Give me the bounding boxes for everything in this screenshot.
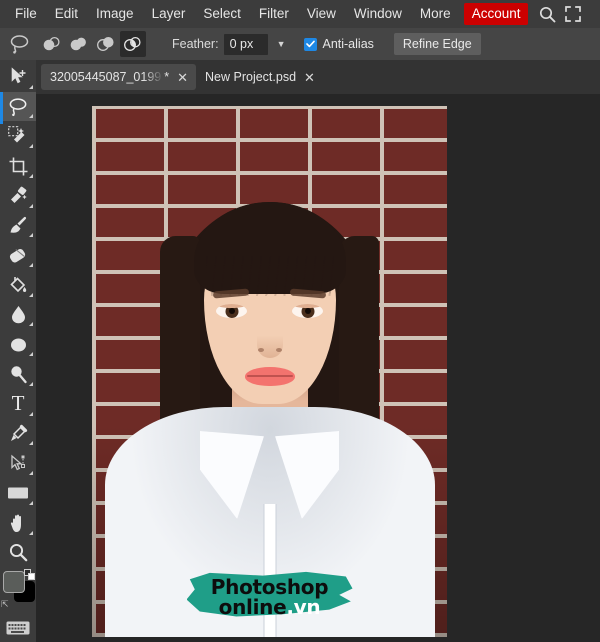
feather-input[interactable] xyxy=(223,33,268,55)
tool-corner-marker xyxy=(29,322,33,327)
refine-edge-button[interactable]: Refine Edge xyxy=(393,33,481,55)
selection-mode-group xyxy=(39,31,146,57)
pen-tool[interactable] xyxy=(0,419,36,449)
portrait-subject xyxy=(92,106,447,637)
lasso-tool[interactable] xyxy=(0,91,36,124)
crop-tool[interactable] xyxy=(0,151,36,181)
tool-options-bar: Feather: ▼ Anti-alias Refine Edge xyxy=(0,28,600,60)
healing-brush-tool[interactable] xyxy=(0,181,36,211)
tool-corner-marker xyxy=(29,352,33,357)
menu-item-image[interactable]: Image xyxy=(87,0,143,28)
move-tool[interactable] xyxy=(0,62,36,92)
type-tool-glyph: T xyxy=(11,391,25,416)
tool-corner-marker xyxy=(29,411,33,416)
selection-mode-intersect[interactable] xyxy=(120,31,146,57)
selection-mode-add[interactable] xyxy=(66,31,92,57)
document-tab-bar: 32005445087_0199 * ✕ New Project.psd ✕ xyxy=(36,60,600,94)
menu-item-edit[interactable]: Edit xyxy=(46,0,87,28)
magic-wand-tool[interactable] xyxy=(0,121,36,151)
menu-item-select[interactable]: Select xyxy=(194,0,250,28)
watermark-tld: .vn xyxy=(286,595,321,619)
keyboard-icon[interactable] xyxy=(0,614,36,642)
tool-corner-marker xyxy=(29,233,33,238)
tool-corner-marker xyxy=(29,144,33,149)
tool-corner-marker xyxy=(29,500,33,505)
tools-panel: T ⇱ xyxy=(0,60,36,642)
selection-mode-new[interactable] xyxy=(39,31,65,57)
search-icon[interactable] xyxy=(534,0,560,28)
eraser-tool[interactable] xyxy=(0,240,36,270)
color-swatches[interactable]: ⇱ xyxy=(0,569,36,610)
watermark: Photoshop online.vn xyxy=(181,561,359,623)
watermark-site-name: online xyxy=(218,595,287,619)
tool-corner-marker xyxy=(29,292,33,297)
foreground-color-swatch[interactable] xyxy=(3,571,25,594)
document-image[interactable]: Photoshop online.vn xyxy=(92,106,447,637)
brush-tool[interactable] xyxy=(0,211,36,241)
selection-mode-subtract[interactable] xyxy=(93,31,119,57)
anti-alias-checkbox[interactable] xyxy=(304,37,318,51)
close-icon[interactable]: ✕ xyxy=(302,71,317,84)
tool-corner-marker xyxy=(29,114,33,119)
menu-item-more[interactable]: More xyxy=(411,0,460,28)
tool-corner-marker xyxy=(29,381,33,386)
shape-tool[interactable] xyxy=(0,478,36,508)
paint-bucket-tool[interactable] xyxy=(0,270,36,300)
chevron-down-icon[interactable]: ▼ xyxy=(277,39,286,49)
tool-corner-marker xyxy=(29,203,33,208)
tool-corner-marker xyxy=(29,441,33,446)
document-tab-active[interactable]: 32005445087_0199 * ✕ xyxy=(41,64,197,90)
menu-item-filter[interactable]: Filter xyxy=(250,0,298,28)
document-tab-new-project[interactable]: New Project.psd ✕ xyxy=(196,64,323,90)
unsaved-indicator: * xyxy=(164,70,170,84)
lasso-tool-icon[interactable] xyxy=(5,31,35,57)
menu-item-layer[interactable]: Layer xyxy=(143,0,195,28)
type-tool[interactable]: T xyxy=(0,389,36,419)
dodge-tool[interactable] xyxy=(0,359,36,389)
document-tab-label: 32005445087_0199 xyxy=(50,70,162,84)
gradient-tool[interactable] xyxy=(0,329,36,359)
tool-corner-marker xyxy=(29,263,33,268)
account-button[interactable]: Account xyxy=(463,3,529,25)
hand-tool[interactable] xyxy=(0,508,36,538)
blur-tool[interactable] xyxy=(0,300,36,330)
tool-corner-marker xyxy=(29,173,33,178)
nose xyxy=(256,328,283,358)
feather-label: Feather: xyxy=(172,37,219,51)
default-colors-icon[interactable] xyxy=(24,569,35,581)
menu-item-file[interactable]: File xyxy=(6,0,46,28)
watermark-line-2: online.vn xyxy=(181,595,359,619)
anti-alias-option[interactable]: Anti-alias xyxy=(304,37,374,51)
eye-left xyxy=(216,304,247,318)
tool-corner-marker xyxy=(29,530,33,535)
tool-corner-marker xyxy=(29,471,33,476)
path-selection-tool[interactable] xyxy=(0,448,36,478)
close-icon[interactable]: ✕ xyxy=(175,71,190,84)
photoshop-online-window: File Edit Image Layer Select Filter View… xyxy=(0,0,600,642)
lip-line xyxy=(246,375,293,377)
menu-item-view[interactable]: View xyxy=(298,0,345,28)
document-tab-label: New Project.psd xyxy=(205,70,297,84)
swap-colors-icon[interactable]: ⇱ xyxy=(1,600,9,609)
canvas-area[interactable]: Photoshop online.vn xyxy=(36,94,600,642)
fullscreen-icon[interactable] xyxy=(560,0,586,28)
menu-item-window[interactable]: Window xyxy=(345,0,411,28)
menu-bar: File Edit Image Layer Select Filter View… xyxy=(0,0,600,28)
tool-corner-marker xyxy=(29,84,33,89)
anti-alias-label: Anti-alias xyxy=(322,37,374,51)
zoom-tool[interactable] xyxy=(0,538,36,568)
eye-right xyxy=(292,304,323,318)
